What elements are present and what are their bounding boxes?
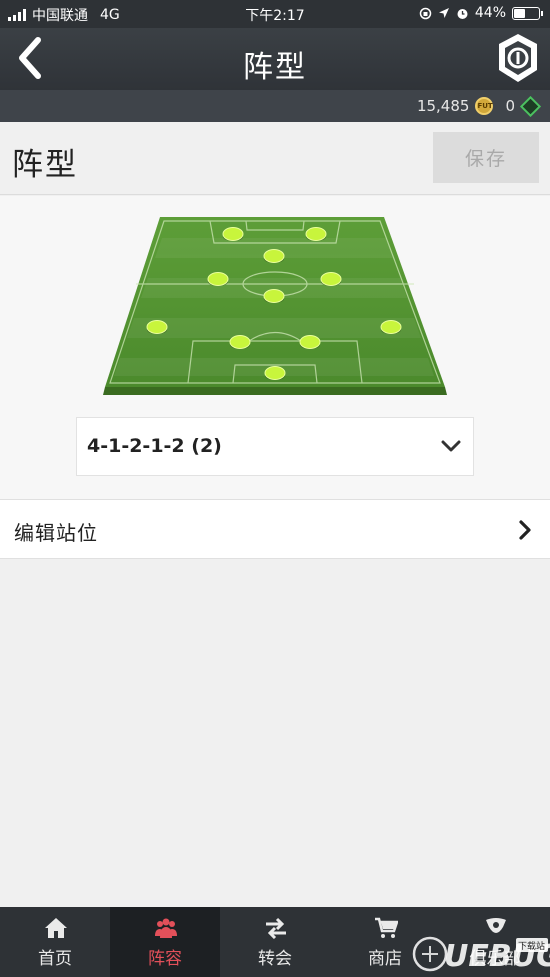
nav-transfers-label: 转会	[258, 949, 292, 969]
nav-squad-label: 阵容	[148, 949, 182, 969]
player-position-marker	[305, 227, 327, 241]
player-position-marker	[263, 289, 285, 303]
player-position-marker	[146, 320, 168, 334]
header-title: 阵型	[243, 50, 307, 85]
club-badge-icon[interactable]	[496, 32, 540, 84]
status-bar: 中国联通 4G 下午2:17 44%	[0, 0, 550, 28]
player-position-marker	[207, 272, 229, 286]
orientation-lock-icon	[419, 7, 432, 19]
player-position-marker	[263, 249, 285, 263]
title-bar: 阵型 保存	[0, 122, 550, 195]
edit-positions-row[interactable]: 编辑站位	[0, 499, 550, 559]
player-position-marker	[380, 320, 402, 334]
location-icon	[438, 8, 449, 18]
nav-transfers[interactable]: 转会	[220, 907, 330, 977]
player-position-marker	[222, 227, 244, 241]
fut-coin-icon: FUT	[475, 97, 494, 115]
player-position-marker	[320, 272, 342, 286]
alarm-icon	[457, 8, 468, 19]
player-position-marker	[299, 335, 321, 349]
coin-balance: 15,485	[416, 97, 470, 115]
currency-bar: 15,485 FUT 0	[0, 90, 550, 122]
points-balance: 0	[505, 97, 515, 115]
battery-icon	[512, 6, 543, 20]
fifa-points-icon	[519, 95, 542, 117]
squad-icon	[155, 918, 177, 938]
watermark-subtext: 下载站	[518, 940, 545, 952]
players-layer	[146, 227, 402, 380]
battery-percent: 44%	[474, 5, 506, 21]
edit-positions-label: 编辑站位	[14, 521, 98, 545]
page-title: 阵型	[12, 147, 78, 183]
app-header: 阵型	[0, 28, 550, 90]
home-icon	[45, 918, 67, 938]
cart-icon	[375, 917, 398, 938]
nav-home[interactable]: 首页	[0, 907, 110, 977]
formation-select[interactable]: 4-1-2-1-2 (2)	[76, 417, 474, 476]
nav-squad[interactable]: 阵容	[110, 907, 220, 977]
uebug-watermark: UEBUG 下载站	[412, 936, 550, 974]
player-position-marker	[229, 335, 251, 349]
save-button[interactable]: 保存	[433, 132, 539, 183]
transfer-arrows-icon	[266, 917, 286, 939]
chevron-down-icon	[441, 440, 461, 452]
formation-value: 4-1-2-1-2 (2)	[87, 435, 222, 457]
chevron-right-icon	[519, 520, 531, 540]
nav-home-label: 首页	[38, 949, 72, 969]
player-position-marker	[264, 366, 286, 380]
